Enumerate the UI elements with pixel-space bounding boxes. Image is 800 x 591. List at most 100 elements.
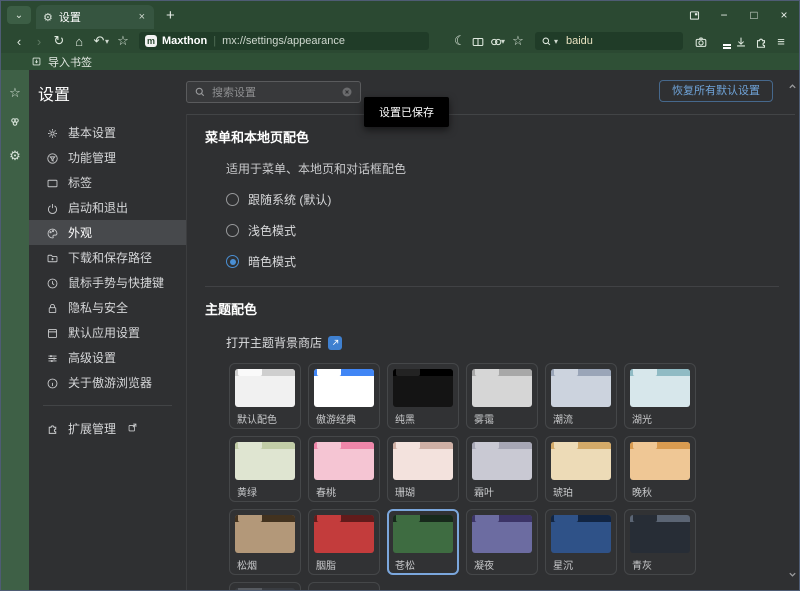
- quick-search-box[interactable]: ▾ baidu: [535, 32, 683, 50]
- theme-swatch: [393, 442, 453, 480]
- menu-icon[interactable]: ≡: [771, 34, 791, 49]
- extensions-icon[interactable]: [751, 33, 771, 49]
- theme-name: 胭脂: [316, 557, 374, 572]
- new-tab-button[interactable]: +: [166, 7, 175, 24]
- theme-card-14[interactable]: 苍松: [387, 509, 459, 575]
- tab-icon: [46, 175, 59, 189]
- theme-card-9[interactable]: 霜叶: [466, 436, 538, 502]
- home-button[interactable]: ⌂: [69, 34, 89, 49]
- share-dropdown-caret[interactable]: ▾: [501, 37, 509, 46]
- theme-card-13[interactable]: 胭脂: [308, 509, 380, 575]
- theme-card-11[interactable]: 晚秋: [624, 436, 696, 502]
- theme-swatch: [551, 442, 611, 480]
- theme-card-6[interactable]: 黄绿: [229, 436, 301, 502]
- sidebar-item-info[interactable]: 关于傲游浏览器: [29, 370, 186, 395]
- radio-label: 跟随系统 (默认): [248, 191, 331, 208]
- tab-settings[interactable]: ⚙ 设置 ×: [36, 5, 154, 29]
- puzzle-icon: [46, 422, 59, 435]
- theme-swatch: [235, 369, 295, 407]
- theme-card-8[interactable]: 珊瑚: [387, 436, 459, 502]
- nav-content-divider: [186, 114, 187, 590]
- theme-name: 青灰: [632, 557, 690, 572]
- open-theme-store-link[interactable]: 打开主题背景商店: [226, 334, 322, 351]
- theme-card-10[interactable]: 琥珀: [545, 436, 617, 502]
- radio-option-1[interactable]: 浅色模式: [226, 222, 779, 239]
- favorites-manager-icon[interactable]: ☆: [509, 33, 527, 49]
- tab-list-button[interactable]: ⌄: [7, 6, 31, 24]
- theme-swatch: [630, 369, 690, 407]
- undo-dropdown-caret[interactable]: ▾: [105, 37, 113, 46]
- night-mode-icon[interactable]: ☾: [451, 33, 469, 49]
- split-screen-icon[interactable]: [469, 33, 487, 49]
- theme-card-7[interactable]: 春桃: [308, 436, 380, 502]
- theme-card-12[interactable]: 松烟: [229, 509, 301, 575]
- theme-card-16[interactable]: 星沉: [545, 509, 617, 575]
- sidebar-item-funnel[interactable]: 功能管理: [29, 145, 186, 170]
- theme-swatch: [235, 588, 295, 590]
- sidebar-item-gear[interactable]: 基本设置: [29, 120, 186, 145]
- screenshot-icon[interactable]: [691, 33, 711, 49]
- address-bar[interactable]: m Maxthon | mx://settings/appearance: [139, 32, 429, 50]
- sidebar-item-clock[interactable]: 鼠标手势与快捷键: [29, 270, 186, 295]
- radio-option-2[interactable]: 暗色模式: [226, 253, 779, 270]
- theme-name: 松烟: [237, 557, 295, 572]
- forward-button[interactable]: ›: [29, 34, 49, 49]
- theme-swatch: [314, 515, 374, 553]
- back-button[interactable]: ‹: [9, 34, 29, 49]
- sidebar-item-label: 隐私与安全: [68, 299, 128, 316]
- radio-icon[interactable]: [226, 193, 239, 206]
- radio-icon[interactable]: [226, 255, 239, 268]
- sidebar-item-app[interactable]: 默认应用设置: [29, 320, 186, 345]
- sidebar-item-tab[interactable]: 标签: [29, 170, 186, 195]
- search-engine-caret[interactable]: ▾: [554, 37, 562, 46]
- theme-card-0[interactable]: 默认配色: [229, 363, 301, 429]
- maximize-button[interactable]: □: [739, 1, 769, 29]
- settings-search-input[interactable]: 搜索设置: [186, 81, 361, 103]
- theme-name: 晚秋: [632, 484, 690, 499]
- theme-name: 琥珀: [553, 484, 611, 499]
- sidebar-item-folder[interactable]: 下载和保存路径: [29, 245, 186, 270]
- sidebar-item-power[interactable]: 启动和退出: [29, 195, 186, 220]
- funnel-icon: [46, 150, 59, 164]
- theme-card-17[interactable]: 青灰: [624, 509, 696, 575]
- titlebar: ⌄ ⚙ 设置 × + − □ ×: [1, 1, 799, 29]
- clear-search-icon[interactable]: [341, 86, 353, 98]
- theme-card-15[interactable]: 凝夜: [466, 509, 538, 575]
- theme-name: 纯黑: [395, 411, 453, 426]
- sidebar-item-extensions[interactable]: 扩展管理: [29, 416, 186, 441]
- restore-defaults-button[interactable]: 恢复所有默认设置: [659, 80, 773, 102]
- section-title-themes: 主题配色: [205, 299, 779, 318]
- theme-card-1[interactable]: 傲游经典: [308, 363, 380, 429]
- sidebar-item-sliders[interactable]: 高级设置: [29, 345, 186, 370]
- clover-panel-icon[interactable]: [8, 115, 22, 134]
- download-icon[interactable]: [731, 33, 751, 49]
- radio-icon[interactable]: [226, 224, 239, 237]
- theme-name: 星沉: [553, 557, 611, 572]
- favorites-panel-icon[interactable]: ☆: [9, 86, 21, 100]
- theme-card-5[interactable]: 湖光: [624, 363, 696, 429]
- theme-card-2[interactable]: 纯黑: [387, 363, 459, 429]
- theme-store-link-icon[interactable]: [328, 336, 342, 350]
- add-theme-button[interactable]: +: [308, 582, 380, 590]
- theme-name: 凝夜: [474, 557, 532, 572]
- radio-option-0[interactable]: 跟随系统 (默认): [226, 191, 779, 208]
- theme-card-18[interactable]: 暗夜: [229, 582, 301, 590]
- theme-name: 霜叶: [474, 484, 532, 499]
- url-text[interactable]: mx://settings/appearance: [222, 35, 345, 47]
- bookmark-star-icon[interactable]: ☆: [113, 33, 133, 49]
- minimize-button[interactable]: −: [709, 1, 739, 29]
- sidebar-item-label: 标签: [68, 174, 92, 191]
- theme-swatch: [630, 442, 690, 480]
- sidebar-item-label: 鼠标手势与快捷键: [68, 274, 164, 291]
- sidebar-item-palette[interactable]: 外观: [29, 220, 186, 245]
- theme-card-4[interactable]: 潮流: [545, 363, 617, 429]
- scroll-up-arrow[interactable]: [788, 78, 797, 96]
- import-bookmarks-button[interactable]: 导入书签: [48, 54, 92, 70]
- refresh-button[interactable]: ↻: [49, 33, 69, 49]
- boss-key-icon[interactable]: [679, 1, 709, 29]
- close-tab-icon[interactable]: ×: [137, 11, 147, 23]
- close-window-button[interactable]: ×: [769, 1, 799, 29]
- theme-card-3[interactable]: 雾霭: [466, 363, 538, 429]
- settings-panel-icon[interactable]: ⚙: [9, 149, 21, 163]
- sidebar-item-lock[interactable]: 隐私与安全: [29, 295, 186, 320]
